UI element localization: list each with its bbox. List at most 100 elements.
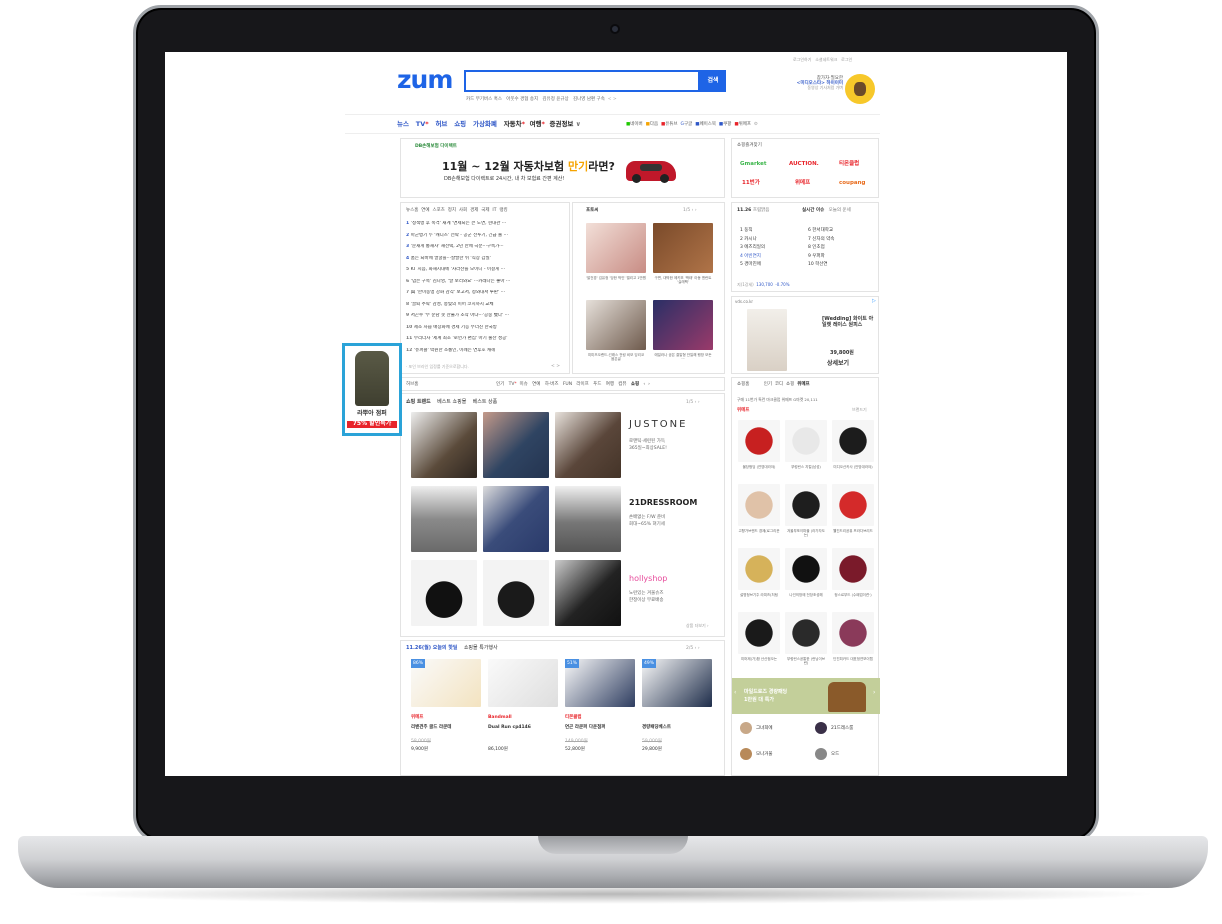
deal-name[interactable]: Dual Run cp4146 [488, 725, 531, 730]
product-coat-2[interactable] [555, 412, 621, 478]
news-pager[interactable]: < > [551, 364, 560, 369]
zum-logo[interactable]: zum [397, 65, 453, 95]
shopping-right-tabs[interactable]: 쇼핑홈 인기 코디 쇼핑 위메프 [737, 382, 810, 387]
deal-image[interactable] [488, 659, 558, 707]
deal-pager[interactable]: 2/5 ‹ › [686, 646, 700, 651]
photo-caption-3[interactable]: 미미즈오랜드-선래스 전링 비모 잉리코 윰은글 [586, 353, 646, 361]
brand-link-3[interactable]: 모나거울 [756, 752, 773, 757]
product-jacket-1[interactable] [411, 412, 477, 478]
news-item[interactable]: 10 제조 사습 매장화에 경제 기능 무너진 한국방 [406, 325, 566, 330]
shortcut-wemakeprice[interactable]: 위메프 [795, 180, 810, 186]
news-item[interactable]: 7 與 '한미동맹 강화 감각' 보고서, 청와대서 루판' ··· [406, 290, 566, 295]
right-product-image[interactable] [738, 484, 780, 526]
photo-caption-2[interactable]: 구변, 대박한 에키보 '짝태' 아동 앤런트 '실래팩' [653, 276, 713, 284]
news-item[interactable]: 8 '골퇴 추락' 감성, 송빛의 이어 코치까지 교체 [406, 302, 566, 307]
right-product-caption[interactable]: 미디오산카사 (안방대라야) [832, 465, 874, 469]
news-item[interactable]: 9 서곤수 '부 순남 못 산불가 조작 아냐···'공중 뺐다' ··· [406, 313, 566, 318]
right-product-caption[interactable]: 설명청브기주 라피즈(처팅 [738, 593, 780, 597]
brand-justone[interactable]: JUSTONE [629, 419, 687, 431]
right-product-caption[interactable]: 정스르부드 (수페업이켠·) [832, 593, 874, 597]
photo-1[interactable] [586, 223, 646, 273]
deal-tabs[interactable]: 11.26(월) 오늘의 핫딜 쇼핑몰 특가행사 [406, 645, 498, 652]
realtime-tabs[interactable]: 실시간 이슈 오늘의 운세 [802, 208, 851, 213]
right-product-caption[interactable]: 딘진피카드 대표정연보이탭 [832, 657, 874, 661]
right-product-image[interactable] [785, 484, 827, 526]
right-product-caption[interactable]: 겨울부포이파블 (라가자도는) [785, 529, 827, 537]
deal-name[interactable]: 리밴견주 골드 라쿤테 [411, 725, 451, 730]
nav-shopping[interactable]: 쇼핑 [454, 120, 466, 128]
shortcut-gmarket[interactable]: Gmarket [740, 161, 767, 167]
right-product-image[interactable] [832, 484, 874, 526]
ad-cta[interactable]: 상세보기 [827, 360, 849, 368]
news-item[interactable]: 3 '문재게 통재자' 재선택, 2년 만에 극분···구속가··· [406, 244, 566, 249]
right-product-image[interactable] [785, 420, 827, 462]
search-suggestions[interactable]: 카드 무기버스 혹스 아웃수 경협 송지 김유정 윤규상 김나영 남편 구속 <… [466, 97, 617, 102]
wedding-ad[interactable]: vds.co.kr ▷ [Wedding] 화이트 아일렛 레이스 원피스 39… [731, 296, 879, 374]
right-product-image[interactable] [785, 548, 827, 590]
right-product-image[interactable] [832, 612, 874, 654]
stock-ticker[interactable]: 지(1강세) 130,700 -0.70% [737, 282, 790, 288]
news-item[interactable]: 5 KT 지음, 화재시대에 '사라산을 모이니 - 이걸게 ··· [406, 267, 566, 272]
shop-more-link[interactable]: 상품 더보기 › [686, 623, 709, 629]
photo-2[interactable] [653, 223, 713, 273]
brand-hollyshop[interactable]: hollyshop [629, 574, 667, 583]
service-links[interactable]: ■네이버 ■다음 ■유튜브 G구글 ■페이스북 ■쿠팡 ■위메프 ⚙ [626, 122, 758, 127]
brand-avatar-2[interactable] [815, 722, 827, 734]
brand-21dressroom[interactable]: 21DRESSROOM [629, 498, 697, 507]
news-tabs[interactable]: 뉴스홈 연예 스포츠 정치 사회 경제 국제 IT 랭킹 [406, 208, 508, 213]
shop-tabs[interactable]: 쇼핑 트렌드 베스트 쇼핑몰 베스트 상품 [406, 399, 497, 406]
right-product-caption[interactable]: 미머제(가)합 산산점오는 [738, 657, 780, 661]
product-skirt-2[interactable] [555, 486, 621, 552]
right-product-image[interactable] [738, 612, 780, 654]
nav-hub[interactable]: 허브 [435, 120, 447, 128]
nav-crypto[interactable]: 가상화폐 [473, 120, 497, 128]
realtime-right[interactable]: 6 한서대학교 7 신자의 약속 8 인초업 9 우퍼파 10 학선연 [808, 227, 834, 270]
search-input[interactable] [464, 70, 700, 92]
top-links[interactable]: 로그인하기 소셜네트워크 로그인 [793, 57, 852, 63]
brand-avatar-1[interactable] [740, 722, 752, 734]
right-product-caption[interactable]: 고향가브랜드 경제(로그리운 [738, 529, 780, 533]
search-button[interactable]: 검색 [700, 70, 726, 92]
right-product-caption[interactable]: 나인의방에 전장조성해 [785, 593, 827, 597]
hub-tab-items[interactable]: 인기 TV* 미슈 연예 하·버즈 FUN 라이프 푸드 여행 컴퓨 쇼핑 ‹ … [496, 382, 650, 387]
right-product-caption[interactable]: 부렁런스 지컬(남성) [785, 465, 827, 469]
product-shoes-1[interactable] [411, 560, 477, 626]
shopping-right-more[interactable]: 브랜드기 [852, 407, 867, 413]
nav-stock[interactable]: 증권정보 [549, 120, 573, 128]
right-product-image[interactable] [738, 420, 780, 462]
photo-3[interactable] [586, 300, 646, 350]
right-product-caption[interactable]: 부렁런스공통한 (런닝이브런) [785, 657, 827, 665]
news-item[interactable]: 12 '슈퍼클' 박원한 소통인, 이례는 연후호 캐헤 [406, 348, 566, 353]
brand-link-2[interactable]: 21드레스룸 [831, 726, 853, 731]
deal-name[interactable]: 연곤 라쿤퍼 다운점퍼 [565, 725, 605, 730]
right-product-image[interactable] [832, 420, 874, 462]
right-product-image[interactable] [785, 612, 827, 654]
news-item[interactable]: 1 '정책병 후 폭격' 재계 '면세되는 큰 도면, 현대관 ··· [406, 221, 566, 226]
nav-tv[interactable]: TV [416, 120, 425, 128]
link-login[interactable]: 로그인 [841, 57, 852, 62]
padding-promo[interactable]: 마일드로즈 경량패딩 1만원 대 특가 ‹ › [732, 678, 880, 714]
realtime-left[interactable]: 1 둥직 2 카시나 3 에즈리일의 4 아빈연지 5 경마진애 [740, 227, 765, 270]
right-product-caption[interactable]: 웰진드리공퓨 프라다브리드 [832, 529, 874, 533]
shortcut-coupang[interactable]: coupang [839, 180, 865, 186]
shortcut-11st[interactable]: 11번가 [742, 180, 760, 186]
news-item[interactable]: 4 홈는 뇌바에 얼굴을···살발한 뒤 '직장 갑질' [406, 256, 566, 261]
photo-4[interactable] [653, 300, 713, 350]
brand-avatar-4[interactable] [815, 748, 827, 760]
right-product-image[interactable] [738, 548, 780, 590]
product-knit-1[interactable] [483, 486, 549, 552]
news-item[interactable]: 6 '넘은 구속' 김나영, '날 보러와요' ···카레나는 좋아 ··· [406, 279, 566, 284]
ad-choice-icon[interactable]: ▷ [872, 298, 876, 305]
brand-link-1[interactable]: 그녀희에 [756, 726, 773, 731]
side-ad[interactable]: 라뿌아 점퍼 75% 할인특가 [342, 343, 402, 436]
right-product-caption[interactable]: 몰당펑딩 (연영대라야) [738, 465, 780, 469]
shortcut-auction[interactable]: AUCTION. [789, 161, 819, 167]
news-item[interactable]: 11 부리더자 '세계 최초 '로먼가 편집' 아기 출산 성공' [406, 336, 566, 341]
product-boots[interactable] [555, 560, 621, 626]
brand-avatar-3[interactable] [740, 748, 752, 760]
nav-items[interactable]: 뉴스 TV* 허브 쇼핑 가상화폐 자동차* 여행* 증권정보 ∨ [397, 120, 581, 128]
photo-pager[interactable]: 1/5 ‹ › [683, 208, 697, 213]
brand-link-4[interactable]: 오드 [831, 752, 839, 757]
product-shoes-2[interactable] [483, 560, 549, 626]
shop-pager[interactable]: 1/5 ‹ › [686, 400, 700, 405]
